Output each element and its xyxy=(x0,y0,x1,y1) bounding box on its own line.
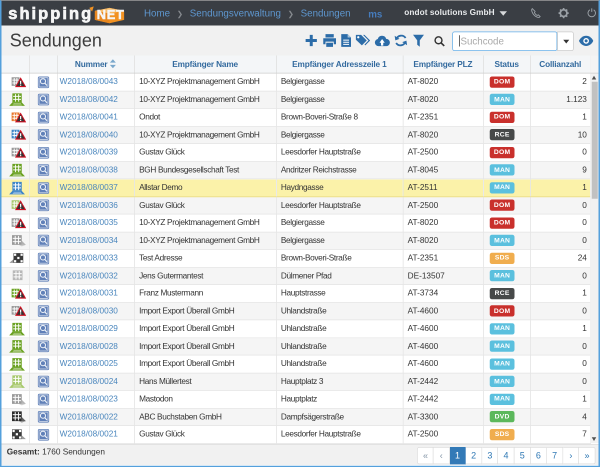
svg-text:shipping: shipping xyxy=(8,5,93,23)
svg-text:NET: NET xyxy=(97,7,125,22)
